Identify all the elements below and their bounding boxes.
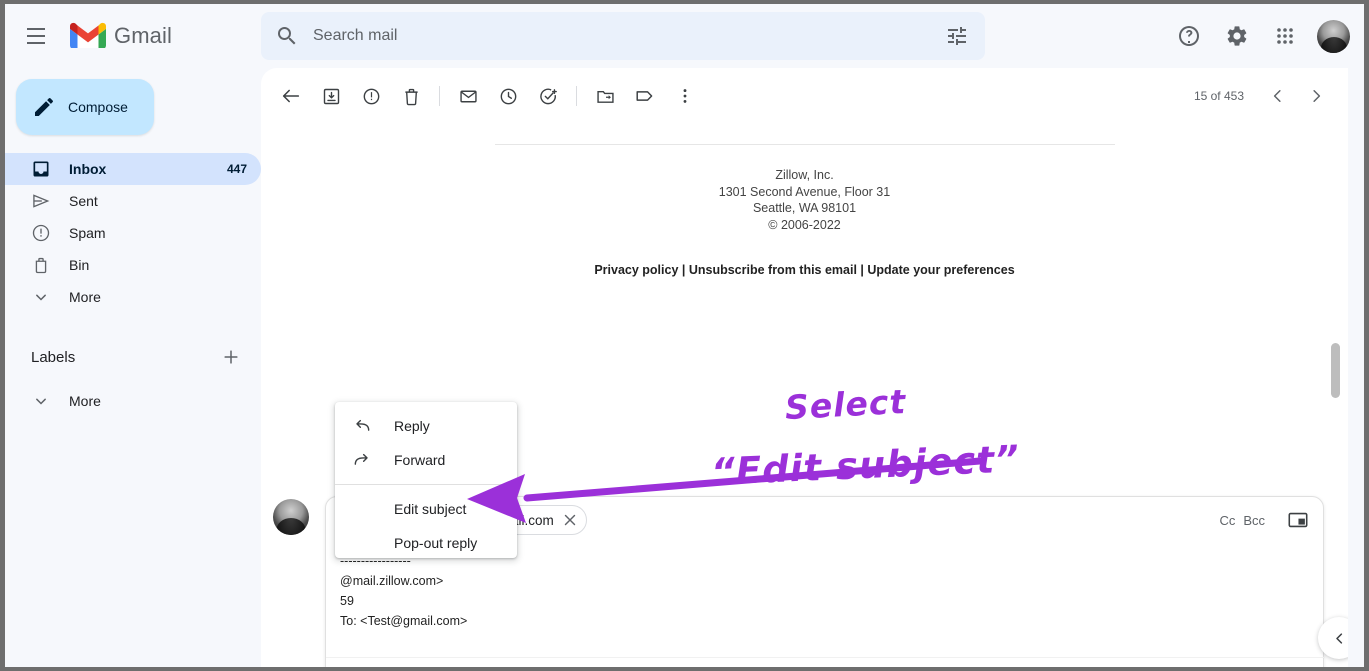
menu-item-forward[interactable]: Forward xyxy=(335,443,517,477)
browser-window: Gmail xyxy=(0,0,1369,671)
email-signature-footer: Zillow, Inc. 1301 Second Avenue, Floor 3… xyxy=(281,144,1328,277)
forward-arrow-icon xyxy=(352,450,372,470)
apps-grid-icon[interactable] xyxy=(1265,16,1305,56)
hamburger-icon[interactable] xyxy=(16,16,56,56)
gmail-logo-icon xyxy=(68,21,108,51)
pagination-count: 15 of 453 xyxy=(1194,89,1244,103)
quoted-line-3: 59 xyxy=(340,594,354,608)
send-arrow-icon xyxy=(31,191,51,211)
pagination: 15 of 453 xyxy=(1194,78,1334,114)
search-input[interactable] xyxy=(313,27,945,45)
help-circle-icon[interactable] xyxy=(1169,16,1209,56)
sidebar-nav: Inbox 447 Sent Spam xyxy=(5,153,261,313)
sidebar-item-label: Inbox xyxy=(69,161,227,177)
sidebar-labels-more-label: More xyxy=(69,393,247,409)
trash-icon xyxy=(31,255,51,275)
sidebar-item-label: Sent xyxy=(69,193,247,209)
gmail-app: Gmail xyxy=(5,4,1364,667)
search-bar[interactable] xyxy=(261,12,985,60)
chevron-left-icon[interactable] xyxy=(1260,78,1296,114)
footer-company: Zillow, Inc. xyxy=(281,167,1328,184)
labels-title: Labels xyxy=(31,349,221,366)
chevron-left-icon xyxy=(1332,631,1347,646)
quoted-original-message: ----------------- @mail.zillow.com> 59 T… xyxy=(340,551,467,631)
sidebar-item-inbox[interactable]: Inbox 447 xyxy=(5,153,261,185)
account-avatar[interactable] xyxy=(1317,20,1350,53)
gmail-logo-link[interactable]: Gmail xyxy=(68,21,172,51)
move-folder-icon[interactable] xyxy=(585,76,625,116)
menu-item-label: Edit subject xyxy=(394,501,466,517)
more-vertical-icon[interactable] xyxy=(665,76,705,116)
labels-section-header: Labels xyxy=(5,341,261,373)
menu-item-reply[interactable]: Reply xyxy=(335,409,517,443)
sidebar-labels-more[interactable]: More xyxy=(5,385,261,417)
compose-button[interactable]: Compose xyxy=(16,79,154,135)
sidebar: Compose Inbox 447 Sent xyxy=(5,68,261,667)
footer-copyright: © 2006-2022 xyxy=(281,217,1328,234)
label-tag-icon[interactable] xyxy=(625,76,665,116)
toolbar-divider xyxy=(576,86,577,106)
clock-icon[interactable] xyxy=(488,76,528,116)
popout-window-icon[interactable] xyxy=(1287,509,1309,531)
menu-item-pop-out-reply[interactable]: Pop-out reply xyxy=(335,526,517,560)
menu-item-edit-subject[interactable]: Edit subject xyxy=(335,492,517,526)
chevron-down-icon xyxy=(31,287,51,307)
footer-links[interactable]: Privacy policy | Unsubscribe from this e… xyxy=(281,263,1328,277)
quoted-line-2: @mail.zillow.com> xyxy=(340,574,443,588)
envelope-icon[interactable] xyxy=(448,76,488,116)
menu-item-label: Reply xyxy=(394,418,430,434)
sidebar-item-label: Bin xyxy=(69,257,247,273)
cc-button[interactable]: Cc xyxy=(1219,513,1235,528)
sidebar-item-label: Spam xyxy=(69,225,247,241)
menu-divider xyxy=(335,484,517,485)
sidebar-item-count: 447 xyxy=(227,162,247,176)
search-icon xyxy=(275,24,299,48)
sidebar-item-spam[interactable]: Spam xyxy=(5,217,261,249)
reply-type-dropdown-menu: Reply Forward Edit subject Pop-out reply xyxy=(335,402,517,558)
sidebar-item-sent[interactable]: Sent xyxy=(5,185,261,217)
gear-icon[interactable] xyxy=(1217,16,1257,56)
exclamation-circle-icon xyxy=(31,223,51,243)
report-spam-icon[interactable] xyxy=(351,76,391,116)
plus-icon[interactable] xyxy=(221,347,241,367)
inbox-icon xyxy=(31,159,51,179)
mail-toolbar: 15 of 453 xyxy=(261,68,1348,124)
footer-address-line1: 1301 Second Avenue, Floor 31 xyxy=(281,184,1328,201)
archive-icon[interactable] xyxy=(311,76,351,116)
chevron-down-icon xyxy=(31,391,51,411)
vertical-scrollbar[interactable] xyxy=(1331,343,1340,398)
mail-reading-pane: 15 of 453 Zillow, Inc. 1301 Second Avenu… xyxy=(261,68,1348,667)
cc-bcc-toggles: Cc Bcc xyxy=(1219,513,1265,528)
horizontal-divider xyxy=(495,144,1115,145)
menu-item-label: Pop-out reply xyxy=(394,535,477,551)
trash-icon[interactable] xyxy=(391,76,431,116)
chevron-right-icon[interactable] xyxy=(1298,78,1334,114)
toolbar-divider xyxy=(439,86,440,106)
filter-options-icon[interactable] xyxy=(945,24,969,48)
bcc-button[interactable]: Bcc xyxy=(1243,513,1265,528)
sidebar-item-bin[interactable]: Bin xyxy=(5,249,261,281)
top-bar: Gmail xyxy=(5,4,1364,68)
avatar xyxy=(273,499,309,535)
reply-arrow-icon xyxy=(352,416,372,436)
quoted-line-4: To: <Test@gmail.com> xyxy=(340,614,467,628)
close-x-icon[interactable] xyxy=(561,511,579,529)
gmail-wordmark: Gmail xyxy=(114,23,172,49)
top-right-actions xyxy=(1169,4,1354,68)
compose-footer-toolbar: Send xyxy=(326,657,1325,667)
back-arrow-icon[interactable] xyxy=(271,76,311,116)
sidebar-item-label: More xyxy=(69,289,247,305)
footer-address-line2: Seattle, WA 98101 xyxy=(281,200,1328,217)
task-check-icon[interactable] xyxy=(528,76,568,116)
sidebar-item-more[interactable]: More xyxy=(5,281,261,313)
menu-item-label: Forward xyxy=(394,452,445,468)
compose-label: Compose xyxy=(68,99,128,115)
pencil-icon xyxy=(32,95,56,119)
